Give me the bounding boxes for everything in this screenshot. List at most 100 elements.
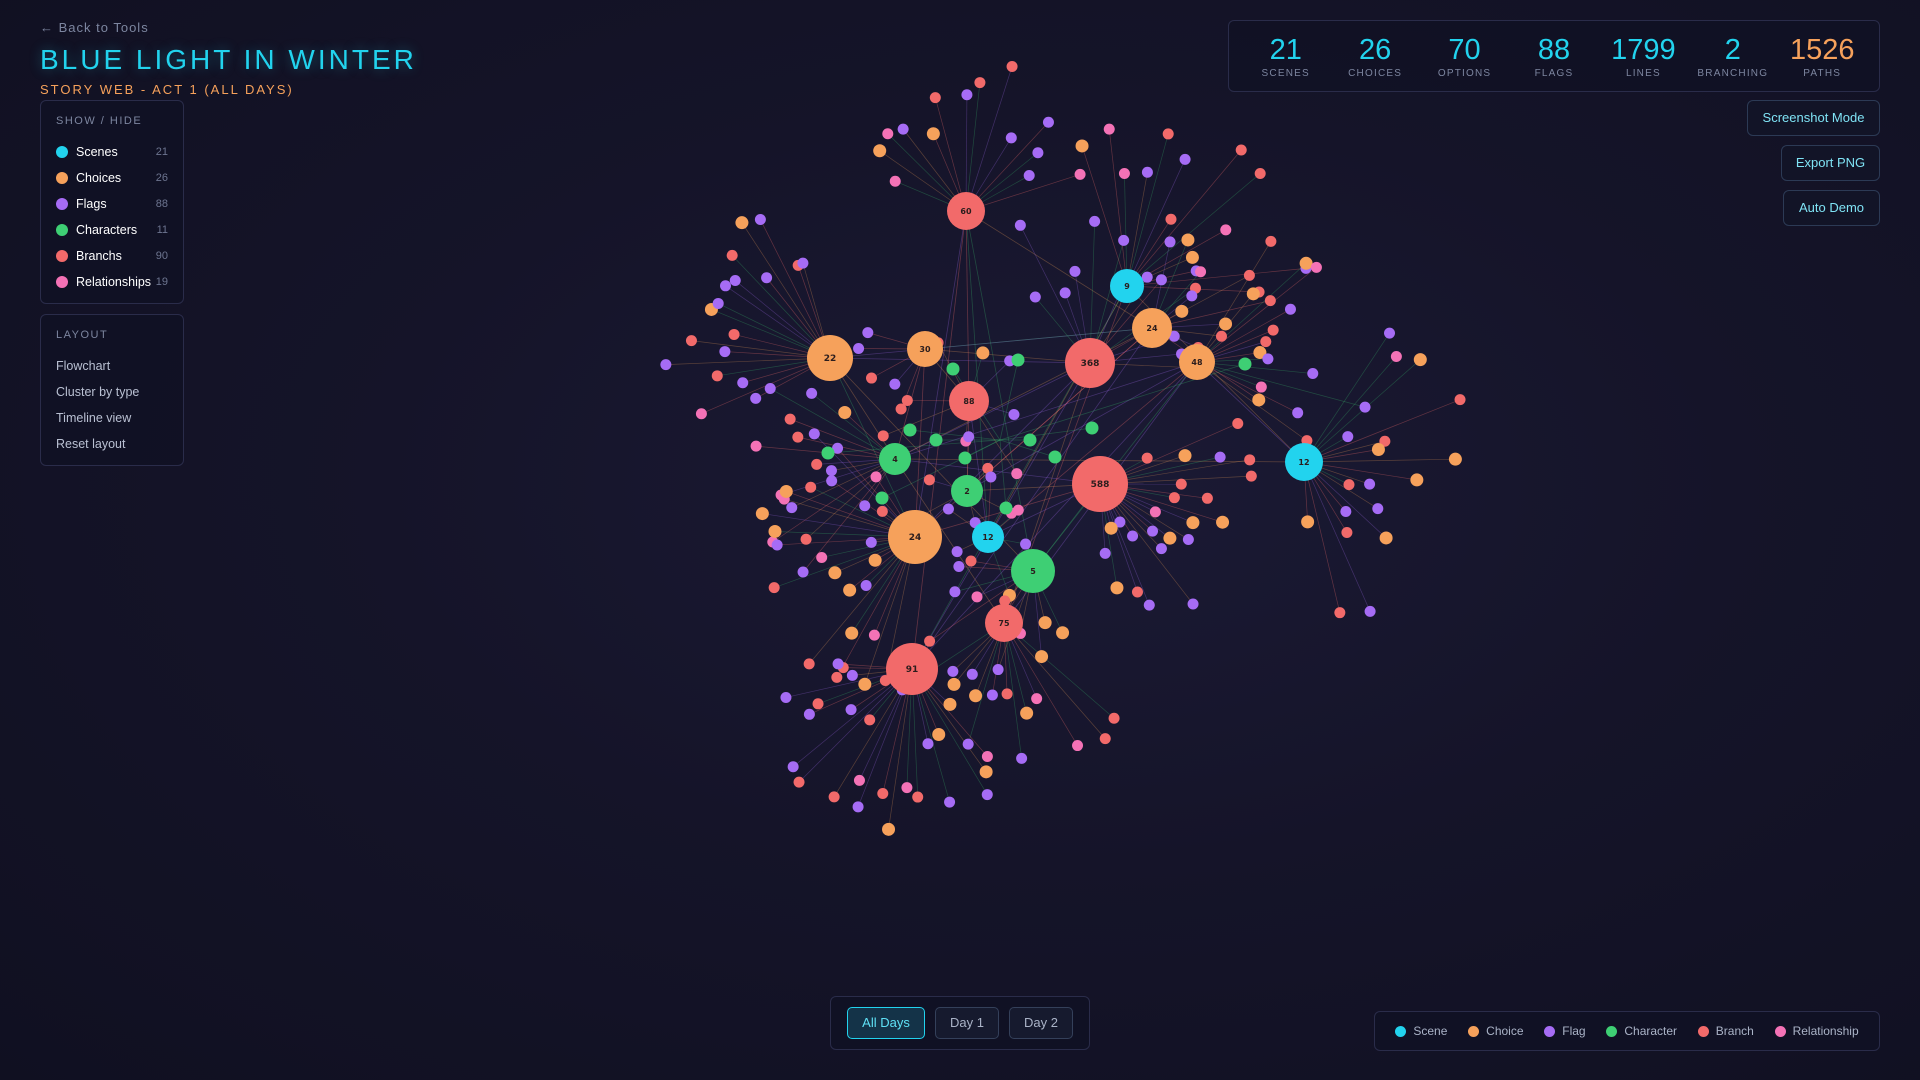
choice-node[interactable] (1020, 706, 1034, 720)
flag-node[interactable] (719, 280, 731, 292)
branch-node[interactable] (1118, 168, 1130, 180)
flag-node[interactable] (963, 431, 975, 443)
flag-node[interactable] (889, 378, 901, 390)
flag-node[interactable] (992, 664, 1004, 676)
choice-node[interactable] (1163, 531, 1177, 545)
flag-node[interactable] (780, 691, 792, 703)
flag-node[interactable] (754, 213, 766, 225)
choice-node[interactable] (1185, 250, 1199, 264)
choice-node[interactable] (1038, 616, 1052, 630)
flag-node[interactable] (1016, 752, 1028, 764)
branch-node[interactable] (901, 782, 913, 794)
choice-node[interactable] (1413, 353, 1427, 367)
flag-node[interactable] (1214, 451, 1226, 463)
choice-node[interactable] (1216, 515, 1230, 529)
flag-node[interactable] (1364, 605, 1376, 617)
flag-node[interactable] (1147, 525, 1159, 537)
branch-node[interactable] (868, 629, 880, 641)
branch-node[interactable] (876, 505, 888, 517)
choice-node[interactable] (1448, 452, 1462, 466)
flag-node[interactable] (852, 801, 864, 813)
flag-node[interactable] (897, 123, 909, 135)
choice-node[interactable] (1075, 139, 1089, 153)
branch-node[interactable] (812, 698, 824, 710)
flag-node[interactable] (949, 586, 961, 598)
choice-node[interactable] (932, 727, 946, 741)
branch-node[interactable] (800, 533, 812, 545)
flag-node[interactable] (1182, 533, 1194, 545)
branch-node[interactable] (1195, 266, 1207, 278)
day-1-button[interactable]: Day 1 (935, 1007, 999, 1039)
choice-node[interactable] (1035, 650, 1049, 664)
flag-node[interactable] (1359, 401, 1371, 413)
flag-node[interactable] (865, 536, 877, 548)
flag-node[interactable] (942, 503, 954, 515)
flag-node[interactable] (1008, 409, 1020, 421)
choice-node[interactable] (1301, 515, 1315, 529)
flag-node[interactable] (1155, 274, 1167, 286)
branch-node[interactable] (1201, 492, 1213, 504)
choice-node[interactable] (858, 677, 872, 691)
flag-node[interactable] (712, 297, 724, 309)
choice-node[interactable] (1056, 626, 1070, 640)
branch-node[interactable] (1011, 468, 1023, 480)
flag-node[interactable] (860, 579, 872, 591)
choice-node[interactable] (1371, 443, 1385, 457)
branch-node[interactable] (864, 714, 876, 726)
flag-node[interactable] (737, 377, 749, 389)
day-all-button[interactable]: All Days (847, 1007, 925, 1039)
branch-node[interactable] (1031, 693, 1043, 705)
flag-node[interactable] (803, 708, 815, 720)
branch-node[interactable] (816, 551, 828, 563)
flag-node[interactable] (797, 257, 809, 269)
flag-node[interactable] (944, 796, 956, 808)
flag-node[interactable] (786, 502, 798, 514)
branch-node[interactable] (1254, 167, 1266, 179)
flag-node[interactable] (825, 465, 837, 477)
flag-node[interactable] (832, 658, 844, 670)
choice-node[interactable] (979, 765, 993, 779)
branch-node[interactable] (1149, 506, 1161, 518)
branch-node[interactable] (685, 335, 697, 347)
toggle-relationships[interactable]: Relationships 19 (56, 269, 168, 295)
branch-node[interactable] (1454, 394, 1466, 406)
branch-node[interactable] (828, 791, 840, 803)
branch-node[interactable] (866, 372, 878, 384)
flag-node[interactable] (719, 346, 731, 358)
flag-node[interactable] (953, 561, 965, 573)
branch-node[interactable] (711, 370, 723, 382)
choice-node[interactable] (845, 626, 859, 640)
flag-node[interactable] (862, 327, 874, 339)
branch-node[interactable] (1162, 128, 1174, 140)
branch-node[interactable] (870, 471, 882, 483)
flag-node[interactable] (1014, 219, 1026, 231)
flag-node[interactable] (1384, 327, 1396, 339)
flag-node[interactable] (1118, 234, 1130, 246)
layout-flowchart[interactable]: Flowchart (56, 353, 168, 379)
flag-node[interactable] (761, 272, 773, 284)
branch-node[interactable] (1390, 351, 1402, 363)
flag-node[interactable] (853, 342, 865, 354)
flag-node[interactable] (951, 546, 963, 558)
choice-node[interactable] (1186, 516, 1200, 530)
character-node[interactable] (999, 501, 1013, 515)
branch-node[interactable] (1168, 492, 1180, 504)
branch-node[interactable] (882, 128, 894, 140)
layout-timeline-view[interactable]: Timeline view (56, 405, 168, 431)
flag-node[interactable] (846, 669, 858, 681)
branch-node[interactable] (1343, 479, 1355, 491)
flag-node[interactable] (660, 359, 672, 371)
character-node[interactable] (875, 491, 889, 505)
flag-node[interactable] (981, 789, 993, 801)
flag-node[interactable] (1127, 530, 1139, 542)
screenshot-mode-button[interactable]: Screenshot Mode (1747, 100, 1880, 136)
choice-node[interactable] (976, 346, 990, 360)
flag-node[interactable] (859, 500, 871, 512)
toggle-flags[interactable]: Flags 88 (56, 191, 168, 217)
flag-node[interactable] (845, 704, 857, 716)
character-node[interactable] (929, 433, 943, 447)
flag-node[interactable] (1164, 236, 1176, 248)
flag-node[interactable] (1342, 431, 1354, 443)
branch-node[interactable] (728, 328, 740, 340)
choice-node[interactable] (1379, 531, 1393, 545)
